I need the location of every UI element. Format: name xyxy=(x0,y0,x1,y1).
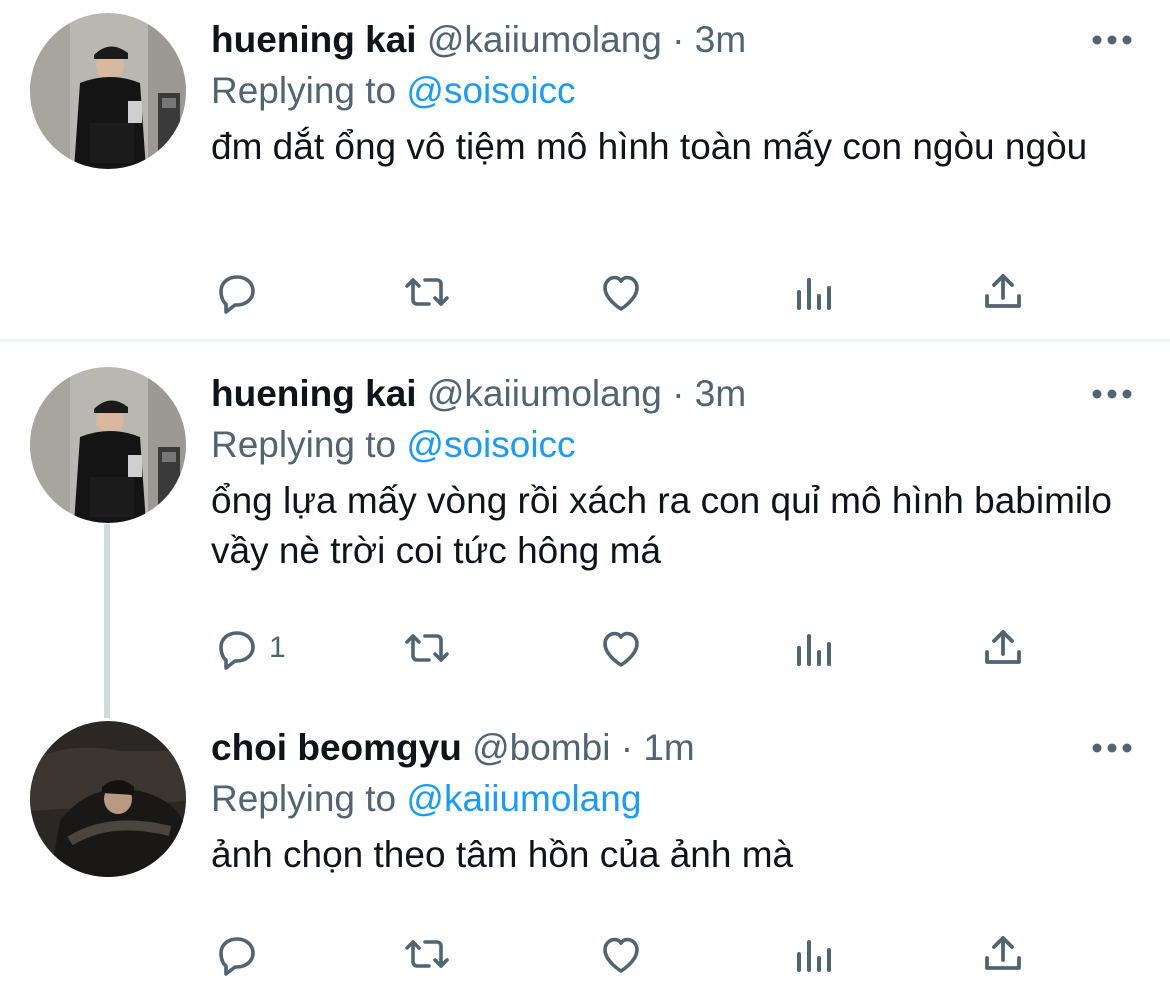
retweet-button[interactable] xyxy=(403,928,459,980)
tweet-content: huening kai @kaiiumolang · 3m Replying t… xyxy=(211,371,1130,576)
retweet-button[interactable] xyxy=(403,266,459,318)
replying-to: Replying to @soisoicc xyxy=(211,68,1130,114)
views-button[interactable] xyxy=(789,622,845,674)
tweet-text: ảnh chọn theo tâm hồn của ảnh mà xyxy=(211,834,794,875)
views-icon xyxy=(797,278,831,310)
avatar[interactable] xyxy=(30,721,186,877)
tweet-content: choi beomgyu @bombi · 1m Replying to @ka… xyxy=(211,725,1130,880)
retweet-icon xyxy=(405,278,449,306)
like-icon xyxy=(603,275,639,311)
timeline: huening kai @kaiiumolang · 3m Replying t… xyxy=(0,0,1170,981)
user-handle[interactable]: @bombi xyxy=(472,727,610,768)
tweet-header: choi beomgyu @bombi · 1m xyxy=(211,725,1130,771)
display-name[interactable]: huening kai xyxy=(211,19,417,60)
replying-to: Replying to @kaiiumolang xyxy=(211,776,1130,822)
views-button[interactable] xyxy=(789,928,845,980)
tweet-header: huening kai @kaiiumolang · 3m xyxy=(211,371,1130,417)
share-button[interactable] xyxy=(979,928,1027,980)
share-icon xyxy=(985,936,1021,970)
views-button[interactable] xyxy=(789,266,845,318)
user-handle[interactable]: @kaiiumolang xyxy=(427,19,662,60)
tweet-content: huening kai @kaiiumolang · 3m Replying t… xyxy=(211,17,1130,172)
reply-button[interactable] xyxy=(213,266,269,318)
replying-prefix: Replying to xyxy=(211,778,397,819)
timestamp[interactable]: 1m xyxy=(643,727,694,768)
reply-count: 1 xyxy=(269,631,286,664)
retweet-button[interactable] xyxy=(403,622,459,674)
share-icon xyxy=(985,274,1021,308)
like-button[interactable] xyxy=(597,928,653,980)
avatar[interactable] xyxy=(30,13,186,169)
like-button[interactable] xyxy=(597,266,653,318)
replying-prefix: Replying to xyxy=(211,424,397,465)
share-button[interactable] xyxy=(979,266,1027,318)
separator: · xyxy=(672,19,685,60)
share-icon xyxy=(985,630,1021,664)
tweet-text: đm dắt ổng vô tiệm mô hình toàn mấy con … xyxy=(211,126,1088,167)
retweet-icon xyxy=(405,940,449,968)
display-name[interactable]: huening kai xyxy=(211,373,417,414)
action-bar: 1 xyxy=(211,622,1031,674)
action-bar xyxy=(211,266,1031,318)
tweet[interactable]: huening kai @kaiiumolang · 3m Replying t… xyxy=(0,0,1170,340)
action-bar xyxy=(211,928,1031,980)
display-name[interactable]: choi beomgyu xyxy=(211,727,462,768)
avatar[interactable] xyxy=(30,367,186,523)
mention-link[interactable]: @soisoicc xyxy=(406,70,575,111)
reply-icon xyxy=(219,937,255,976)
replying-prefix: Replying to xyxy=(211,70,397,111)
reply-button[interactable] xyxy=(213,928,269,980)
tweet-header: huening kai @kaiiumolang · 3m xyxy=(211,17,1130,63)
share-button[interactable] xyxy=(979,622,1027,674)
separator: · xyxy=(672,373,685,414)
views-icon xyxy=(797,634,831,666)
tweet[interactable]: choi beomgyu @bombi · 1m Replying to @ka… xyxy=(0,706,1170,981)
reply-icon xyxy=(219,275,255,314)
reply-icon xyxy=(219,631,255,670)
retweet-icon xyxy=(405,634,449,662)
like-icon xyxy=(603,631,639,667)
user-handle[interactable]: @kaiiumolang xyxy=(427,373,662,414)
mention-link[interactable]: @kaiiumolang xyxy=(406,778,641,819)
timestamp[interactable]: 3m xyxy=(695,373,746,414)
separator: · xyxy=(620,727,634,768)
views-icon xyxy=(797,940,831,972)
replying-to: Replying to @soisoicc xyxy=(211,422,1130,468)
reply-button[interactable]: 1 xyxy=(213,622,286,674)
tweet-divider xyxy=(0,339,1170,342)
like-icon xyxy=(603,937,639,973)
like-button[interactable] xyxy=(597,622,653,674)
timestamp[interactable]: 3m xyxy=(695,19,746,60)
mention-link[interactable]: @soisoicc xyxy=(406,424,575,465)
tweet-text: ổng lựa mấy vòng rồi xách ra con quỉ mô … xyxy=(211,480,1112,571)
tweet[interactable]: huening kai @kaiiumolang · 3m Replying t… xyxy=(0,350,1170,710)
